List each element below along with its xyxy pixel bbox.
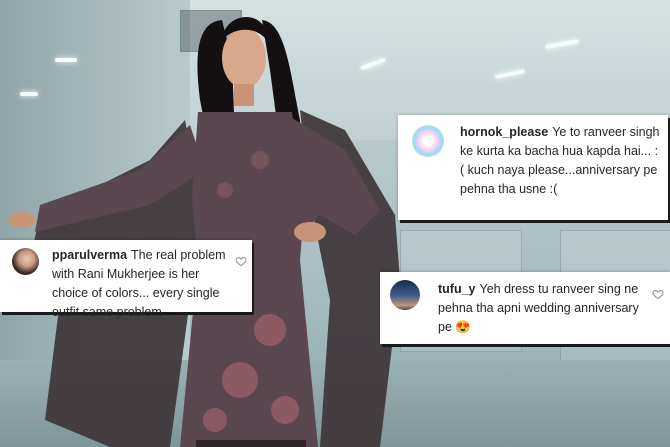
- heart-icon[interactable]: [235, 255, 247, 267]
- comment-card: tufu_y Yeh dress tu ranveer sing ne pehna…: [380, 272, 670, 344]
- comment-username[interactable]: pparulverma: [52, 248, 127, 262]
- comment-text: tufu_y Yeh dress tu ranveer sing ne pehna…: [438, 280, 643, 337]
- user-avatar-icon[interactable]: [12, 248, 39, 275]
- comment-username[interactable]: tufu_y: [438, 282, 476, 296]
- comment-card: pparulverma The real problem with Rani Mu…: [0, 240, 252, 319]
- comment-text: hornok_please Ye to ranveer singh ke kurt…: [460, 123, 660, 199]
- heart-icon[interactable]: [652, 288, 664, 300]
- woman-figure: [8, 17, 400, 447]
- background-photo: [0, 0, 670, 447]
- sky-avatar-icon[interactable]: [390, 280, 420, 310]
- comment-username[interactable]: hornok_please: [460, 125, 548, 139]
- comment-text: pparulverma The real problem with Rani Mu…: [52, 246, 227, 322]
- comment-card: hornok_please Ye to ranveer singh ke kurt…: [398, 115, 668, 220]
- flower-avatar-icon[interactable]: [412, 125, 444, 157]
